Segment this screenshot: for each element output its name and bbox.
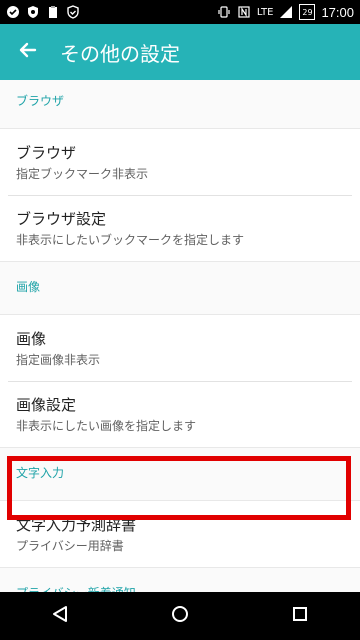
battery-icon: 29: [299, 4, 316, 20]
arrow-left-icon: [19, 41, 37, 63]
check-circle-icon: [6, 5, 20, 19]
settings-list[interactable]: ブラウザ ブラウザ 指定ブックマーク非表示 ブラウザ設定 非表示にしたいブックマ…: [0, 80, 360, 592]
setting-item-browser-settings[interactable]: ブラウザ設定 非表示にしたいブックマークを指定します: [0, 195, 360, 261]
signal-icon: [279, 5, 293, 19]
shield-check-icon: [66, 5, 80, 19]
vibrate-icon: [217, 5, 231, 19]
home-nav-button[interactable]: [150, 592, 210, 640]
triangle-back-icon: [51, 605, 69, 627]
recents-nav-button[interactable]: [270, 592, 330, 640]
nfc-icon: [237, 5, 251, 19]
page-title: その他の設定: [60, 41, 180, 66]
setting-item-prediction-dictionary[interactable]: 文字入力予測辞書 プライバシー用辞書: [0, 501, 360, 567]
setting-item-subtitle: プライバシー用辞書: [16, 539, 124, 553]
section-header-text-input: 文字入力: [16, 465, 65, 480]
card-browser: ブラウザ 指定ブックマーク非表示 ブラウザ設定 非表示にしたいブックマークを指定…: [0, 128, 360, 262]
setting-item-subtitle: 非表示にしたい画像を指定します: [16, 419, 197, 433]
setting-item-title: 画像設定: [16, 396, 77, 414]
card-text-input: 文字入力予測辞書 プライバシー用辞書: [0, 500, 360, 568]
navigation-bar: [0, 592, 360, 640]
status-bar: LTE 29 17:00: [0, 0, 360, 24]
setting-item-image-settings[interactable]: 画像設定 非表示にしたい画像を指定します: [0, 381, 360, 447]
setting-item-title: ブラウザ: [16, 144, 77, 162]
setting-item-subtitle: 指定画像非表示: [16, 353, 101, 367]
shield-icon: [26, 5, 40, 19]
setting-item-title: ブラウザ設定: [16, 210, 107, 228]
clipboard-icon: [46, 5, 60, 19]
setting-item-title: 文字入力予測辞書: [16, 516, 137, 534]
section-header-image: 画像: [16, 279, 41, 294]
setting-item-subtitle: 指定ブックマーク非表示: [16, 167, 149, 181]
back-nav-button[interactable]: [30, 592, 90, 640]
card-image: 画像 指定画像非表示 画像設定 非表示にしたい画像を指定します: [0, 314, 360, 448]
section-header-browser: ブラウザ: [16, 93, 65, 108]
setting-item-browser[interactable]: ブラウザ 指定ブックマーク非表示: [0, 129, 360, 195]
setting-item-subtitle: 非表示にしたいブックマークを指定します: [16, 233, 245, 247]
setting-item-image[interactable]: 画像 指定画像非表示: [0, 315, 360, 381]
battery-level: 29: [302, 7, 313, 17]
status-right-icons: LTE 29 17:00: [217, 4, 354, 20]
back-button[interactable]: [0, 24, 56, 80]
clock: 17:00: [321, 4, 354, 20]
status-left-icons: [6, 5, 80, 19]
app-bar: その他の設定: [0, 24, 360, 80]
circle-home-icon: [171, 605, 189, 627]
section-header-privacy-notification: プライバシー新着通知: [0, 568, 360, 593]
square-recents-icon: [292, 606, 308, 626]
network-type: LTE: [256, 6, 274, 18]
setting-item-title: 画像: [16, 330, 47, 348]
